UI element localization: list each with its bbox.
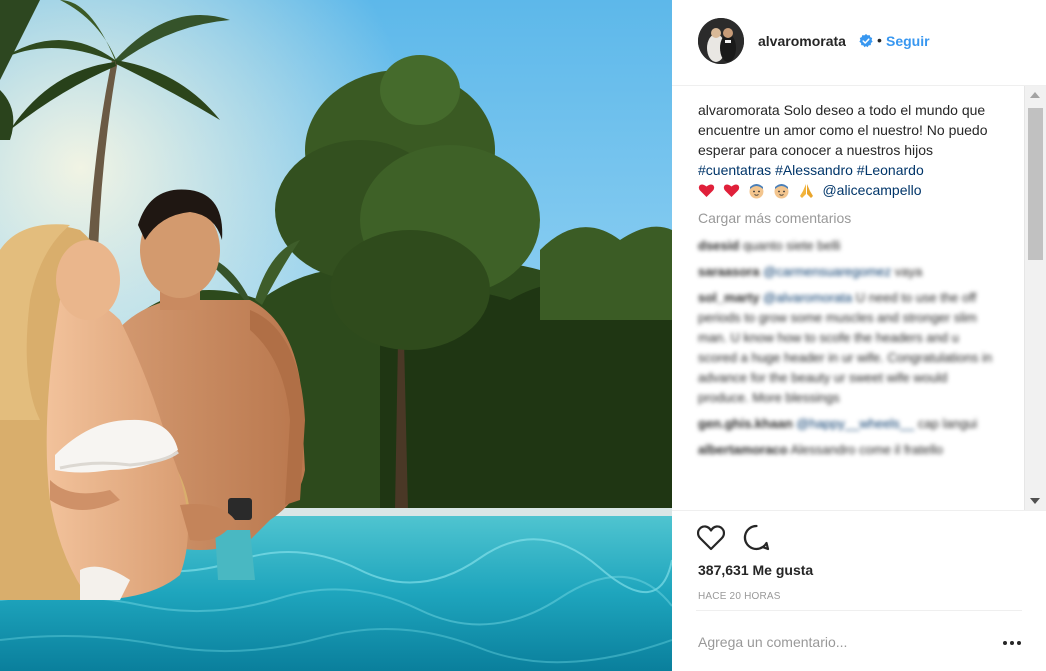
post-header: alvaromorata • Seguir — [672, 0, 1046, 86]
comment-item: sol_marty @alvaromorata U need to use th… — [698, 288, 998, 408]
divider — [696, 610, 1022, 611]
comment-text: vaya — [894, 264, 923, 279]
load-more-comments[interactable]: Cargar más comentarios — [698, 210, 851, 226]
likes-count[interactable]: 387,631 Me gusta — [698, 562, 813, 578]
comment-username[interactable]: dsesid — [698, 238, 739, 253]
caption-username[interactable]: alvaromorata — [698, 102, 780, 118]
comment-username[interactable]: albertamoraco — [698, 442, 788, 457]
post-caption: alvaromorata Solo deseo a todo el mundo … — [698, 100, 998, 201]
follow-button[interactable]: Seguir — [886, 33, 930, 49]
comment-item: albertamoraco Alessandro come il fratell… — [698, 440, 998, 460]
separator-dot: • — [877, 32, 882, 48]
post-side-panel: alvaromorata • Seguir alvaromorata Solo … — [672, 0, 1046, 671]
red-heart-icon — [698, 182, 715, 199]
more-options-icon[interactable] — [1003, 633, 1021, 651]
comment-mention[interactable]: @alvaromorata — [763, 290, 852, 305]
avatar[interactable] — [698, 18, 744, 64]
post-username[interactable]: alvaromorata — [758, 33, 846, 49]
comment-text: cap langui — [917, 416, 978, 431]
heart-icon[interactable] — [697, 525, 725, 551]
hashtag-link[interactable]: #Alessandro — [775, 162, 853, 178]
post-image — [0, 0, 672, 671]
add-comment-section — [672, 610, 1046, 671]
comment-item: gen.ghis.khaan @happy__wheels__ cap lang… — [698, 414, 998, 434]
red-heart-icon — [723, 182, 740, 199]
verified-badge-icon — [859, 34, 873, 48]
comment-mention[interactable]: @carmensuaregomez — [763, 264, 891, 279]
post-actions: 387,631 Me gusta HACE 20 HORAS — [672, 510, 1046, 610]
comment-item: saraasora @carmensuaregomez vaya — [698, 262, 998, 282]
folded-hands-icon — [798, 182, 815, 199]
comment-mention[interactable]: @happy__wheels__ — [796, 416, 914, 431]
hashtag-link[interactable]: #Leonardo — [857, 162, 924, 178]
comment-input[interactable] — [698, 632, 988, 652]
comment-item: dsesid quanto siete belli — [698, 236, 998, 256]
scroll-up-arrow-icon[interactable] — [1030, 92, 1040, 98]
baby-face-icon — [773, 182, 790, 199]
avatar-image — [698, 18, 744, 64]
blurred-comments: dsesid quanto siete belli saraasora @car… — [698, 236, 998, 466]
comment-text: U need to use the off periods to grow so… — [698, 290, 993, 405]
baby-face-icon — [748, 182, 765, 199]
comments-list[interactable]: alvaromorata Solo deseo a todo el mundo … — [672, 86, 1046, 510]
post-photo[interactable] — [0, 0, 672, 671]
comments-scrollbar[interactable] — [1024, 86, 1046, 510]
comment-username[interactable]: sol_marty — [698, 290, 759, 305]
mention-link[interactable]: @alicecampello — [822, 182, 921, 198]
comment-text: Alessandro come il fratello — [790, 442, 943, 457]
post-timestamp: HACE 20 HORAS — [698, 591, 781, 602]
comment-text: quanto siete belli — [742, 238, 841, 253]
scrollbar-thumb[interactable] — [1028, 108, 1043, 260]
comment-username[interactable]: gen.ghis.khaan — [698, 416, 793, 431]
comment-bubble-icon[interactable] — [743, 524, 770, 551]
scroll-down-arrow-icon[interactable] — [1030, 498, 1040, 504]
hashtag-link[interactable]: #cuentatras — [698, 162, 771, 178]
caption-emojis — [698, 181, 819, 201]
comment-username[interactable]: saraasora — [698, 264, 759, 279]
